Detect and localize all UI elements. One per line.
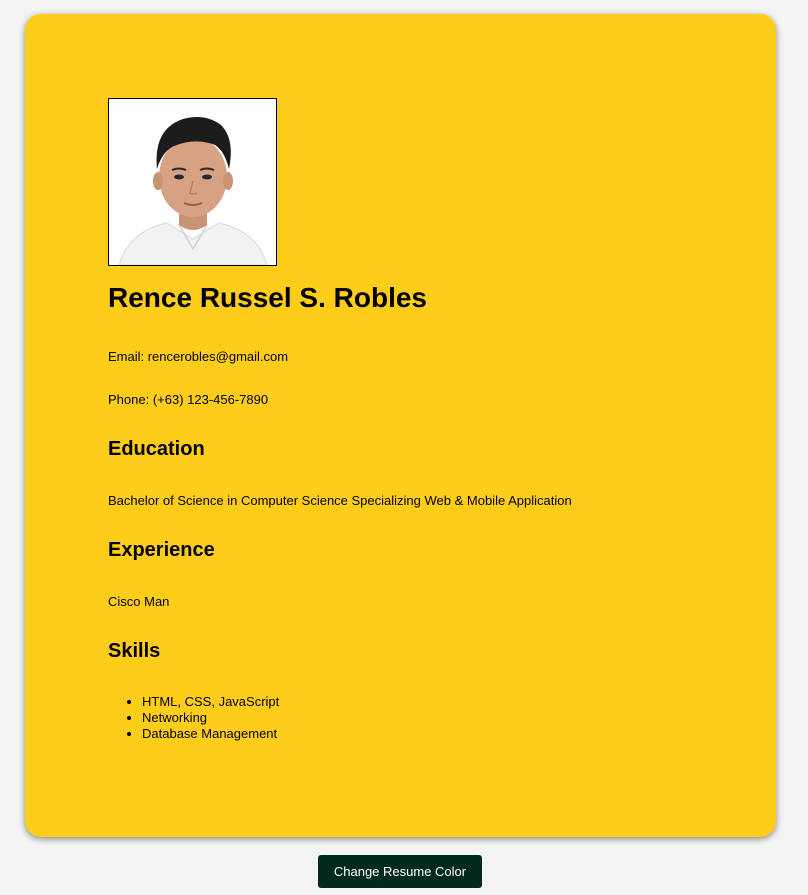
experience-heading: Experience — [108, 539, 215, 561]
skills-list: HTML, CSS, JavaScript Networking Databas… — [108, 694, 279, 742]
education-heading: Education — [108, 438, 205, 460]
experience-text: Cisco Man — [108, 594, 170, 609]
change-resume-color-button[interactable]: Change Resume Color — [318, 855, 482, 888]
person-portrait-icon — [109, 99, 276, 265]
education-text: Bachelor of Science in Computer Science … — [108, 493, 572, 508]
resume-name: Rence Russel S. Robles — [108, 282, 428, 313]
email-text: Email: rencerobles@gmail.com — [108, 349, 289, 364]
phone-text: Phone: (+63) 123-456-7890 — [108, 392, 269, 407]
skill-item: HTML, CSS, JavaScript — [142, 694, 279, 710]
resume-card: Rence Russel S. Robles Email: renceroble… — [25, 14, 776, 837]
skill-item: Networking — [142, 710, 279, 726]
skills-heading: Skills — [108, 640, 161, 662]
skill-item: Database Management — [142, 726, 279, 742]
profile-photo — [108, 98, 277, 266]
